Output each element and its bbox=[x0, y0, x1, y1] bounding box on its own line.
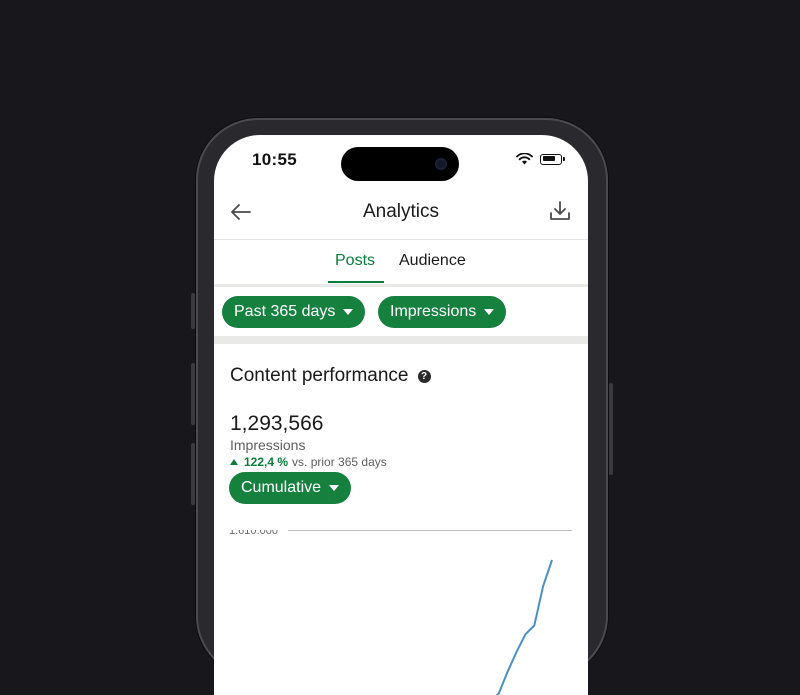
page-title: Analytics bbox=[362, 201, 440, 222]
trend-up-icon bbox=[230, 459, 238, 465]
tab-audience[interactable]: Audience bbox=[399, 252, 466, 270]
content-performance-heading: Content performance ? bbox=[230, 365, 431, 387]
period-filter-label: Past 365 days bbox=[234, 303, 336, 320]
caret-down-icon bbox=[329, 485, 340, 491]
phone-action-button bbox=[191, 293, 195, 329]
impressions-chart: 1.610.000 bbox=[229, 530, 572, 695]
metric-label: Impressions bbox=[230, 437, 306, 453]
help-icon[interactable]: ? bbox=[417, 369, 431, 383]
phone-volume-down-button bbox=[191, 443, 195, 505]
view-mode-button[interactable]: Cumulative bbox=[229, 472, 352, 504]
dynamic-island bbox=[341, 147, 459, 181]
phone-screen: 10:55 Analytics Posts Audience Past 365 … bbox=[214, 135, 588, 695]
download-icon[interactable] bbox=[548, 199, 572, 223]
wifi-icon bbox=[516, 153, 533, 165]
status-time: 10:55 bbox=[252, 150, 297, 169]
caret-down-icon bbox=[343, 309, 354, 315]
change-indicator: 122,4 % vs. prior 365 days bbox=[230, 455, 387, 469]
tab-bar-shadow bbox=[214, 284, 588, 287]
tab-posts[interactable]: Posts bbox=[335, 252, 375, 270]
camera-icon bbox=[435, 158, 447, 170]
phone-frame: 10:55 Analytics Posts Audience Past 365 … bbox=[191, 118, 613, 695]
phone-power-button bbox=[609, 383, 613, 475]
active-tab-indicator bbox=[328, 281, 384, 283]
section-separator bbox=[214, 336, 588, 344]
total-impressions-value: 1,293,566 bbox=[230, 412, 324, 435]
phone-volume-up-button bbox=[191, 363, 195, 425]
metric-filter-label: Impressions bbox=[390, 303, 477, 320]
metric-filter-button[interactable]: Impressions bbox=[378, 296, 507, 328]
change-suffix: vs. prior 365 days bbox=[292, 455, 387, 469]
caret-down-icon bbox=[484, 309, 495, 315]
y-tick-label: 1.610.000 bbox=[229, 530, 278, 537]
battery-icon bbox=[540, 153, 565, 165]
tab-bar: Posts Audience bbox=[214, 238, 588, 284]
section-title-text: Content performance bbox=[230, 365, 409, 386]
status-icons bbox=[516, 153, 565, 165]
view-mode-label: Cumulative bbox=[241, 479, 322, 496]
impressions-series-line bbox=[495, 559, 553, 695]
change-percent: 122,4 % bbox=[244, 455, 289, 469]
period-filter-button[interactable]: Past 365 days bbox=[222, 296, 366, 328]
app-bar: Analytics bbox=[214, 187, 588, 237]
